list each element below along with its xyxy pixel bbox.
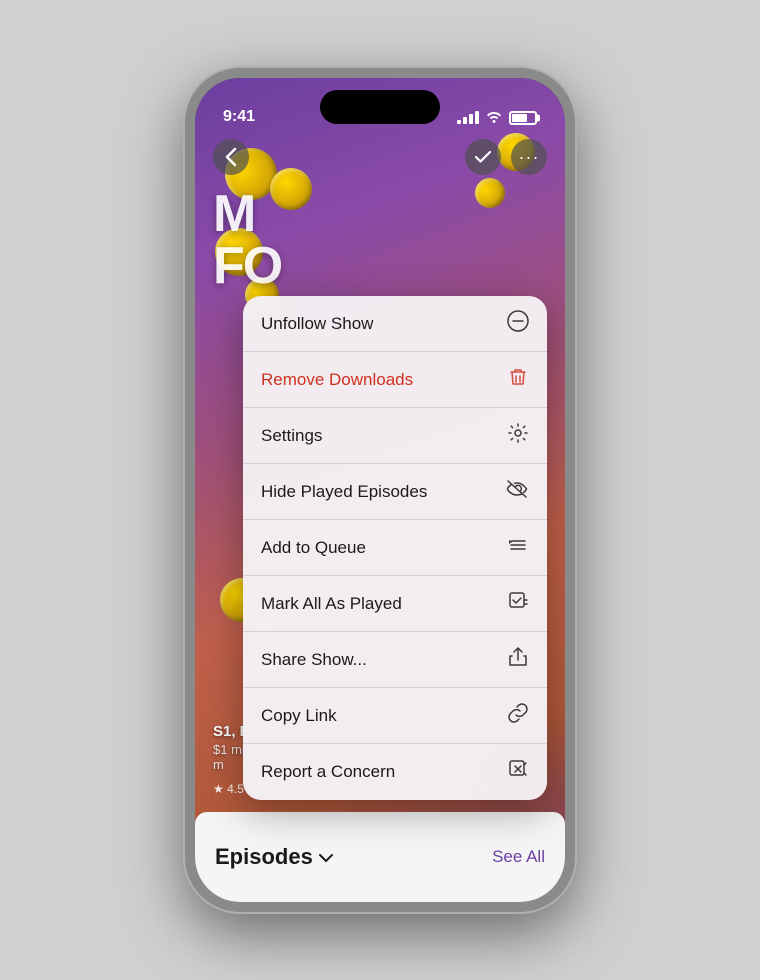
nav-bar: ···	[195, 132, 565, 182]
menu-item-share-show-label: Share Show...	[261, 650, 367, 670]
more-button[interactable]: ···	[511, 139, 547, 175]
episodes-footer: Episodes See All	[195, 812, 565, 902]
menu-item-mark-played-label: Mark All As Played	[261, 594, 402, 614]
back-button[interactable]	[213, 139, 249, 175]
queue-icon	[507, 534, 529, 562]
check-square-icon	[507, 590, 529, 618]
menu-item-hide-played-label: Hide Played Episodes	[261, 482, 427, 502]
status-time: 9:41	[223, 108, 255, 126]
phone-frame: 9:41	[185, 68, 575, 912]
menu-item-mark-played[interactable]: Mark All As Played	[243, 576, 547, 632]
menu-item-share-show[interactable]: Share Show...	[243, 632, 547, 688]
menu-item-remove-downloads[interactable]: Remove Downloads	[243, 352, 547, 408]
menu-item-report[interactable]: Report a Concern	[243, 744, 547, 800]
gear-icon	[507, 422, 529, 450]
signal-icon	[457, 111, 479, 124]
show-title-overlay: M FO	[213, 188, 281, 292]
episodes-label: Episodes	[215, 844, 313, 870]
menu-item-settings-label: Settings	[261, 426, 322, 446]
menu-item-add-queue[interactable]: Add to Queue	[243, 520, 547, 576]
menu-item-unfollow[interactable]: Unfollow Show	[243, 296, 547, 352]
status-icons	[457, 109, 537, 126]
nav-right-buttons: ···	[465, 139, 547, 175]
menu-item-remove-downloads-label: Remove Downloads	[261, 370, 413, 390]
show-letter-fo: FO	[213, 240, 281, 292]
dynamic-island	[320, 90, 440, 124]
see-all-button[interactable]: See All	[492, 847, 545, 867]
battery-icon	[509, 111, 537, 125]
menu-item-report-label: Report a Concern	[261, 762, 395, 782]
wifi-icon	[485, 109, 503, 126]
episodes-label-group: Episodes	[215, 844, 333, 870]
menu-item-settings[interactable]: Settings	[243, 408, 547, 464]
report-icon	[507, 758, 529, 786]
share-icon	[507, 646, 529, 674]
menu-item-copy-link[interactable]: Copy Link	[243, 688, 547, 744]
context-menu: Unfollow Show Remove Downloads Settings	[243, 296, 547, 800]
checkmark-button[interactable]	[465, 139, 501, 175]
eye-slash-icon	[505, 478, 529, 506]
menu-item-unfollow-label: Unfollow Show	[261, 314, 373, 334]
chevron-down-icon[interactable]	[319, 847, 333, 868]
menu-item-hide-played[interactable]: Hide Played Episodes	[243, 464, 547, 520]
menu-item-copy-link-label: Copy Link	[261, 706, 337, 726]
menu-item-add-queue-label: Add to Queue	[261, 538, 366, 558]
show-letter-m: M	[213, 188, 281, 240]
minus-circle-icon	[507, 310, 529, 338]
link-icon	[507, 702, 529, 730]
trash-icon	[507, 366, 529, 394]
